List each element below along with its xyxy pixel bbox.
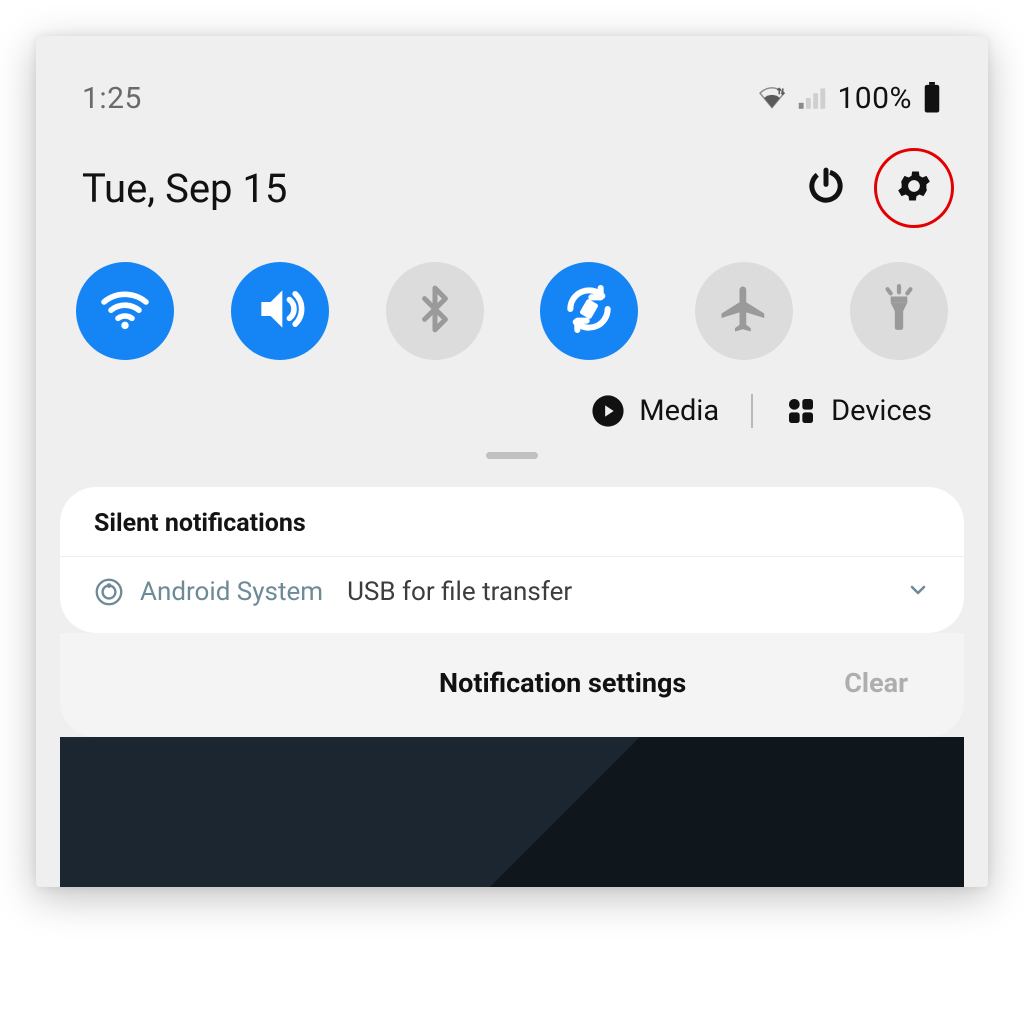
rotate-icon <box>561 281 617 341</box>
wifi-icon <box>97 281 153 341</box>
status-indicators: 100% <box>757 81 942 116</box>
clear-button[interactable]: Clear <box>844 667 908 699</box>
shortcut-row: Media Devices <box>36 360 988 438</box>
toggle-sound[interactable] <box>231 262 329 360</box>
airplane-icon <box>717 282 771 340</box>
gear-icon <box>894 166 934 210</box>
header-row: Tue, Sep 15 <box>36 122 988 228</box>
media-label: Media <box>639 394 719 428</box>
settings-button[interactable] <box>888 162 940 214</box>
cellular-signal-icon <box>797 86 827 110</box>
power-icon <box>806 166 846 210</box>
android-system-icon <box>94 577 124 607</box>
volume-icon <box>252 281 308 341</box>
notification-app-name: Android System <box>140 577 323 607</box>
wifi-activity-icon <box>757 86 787 110</box>
notification-settings-link[interactable]: Notification settings <box>439 667 686 699</box>
quick-toggles <box>36 228 988 360</box>
media-shortcut[interactable]: Media <box>591 394 719 428</box>
chevron-down-icon[interactable] <box>906 578 930 606</box>
settings-highlight <box>874 148 954 228</box>
notification-item[interactable]: Android System USB for file transfer <box>60 557 964 633</box>
grid-icon <box>785 395 817 427</box>
devices-shortcut[interactable]: Devices <box>785 394 932 428</box>
toggle-wifi[interactable] <box>76 262 174 360</box>
notification-section-title: Silent notifications <box>60 487 964 557</box>
toggle-autorotate[interactable] <box>540 262 638 360</box>
wallpaper-peek <box>60 737 964 887</box>
flashlight-icon <box>874 284 924 338</box>
notification-card: Silent notifications Android System USB … <box>60 487 964 633</box>
date-label[interactable]: Tue, Sep 15 <box>82 165 287 212</box>
battery-percentage: 100% <box>837 81 912 116</box>
toggle-airplane[interactable] <box>695 262 793 360</box>
notification-panel: 1:25 100% <box>36 36 988 887</box>
devices-label: Devices <box>831 394 932 428</box>
toggle-bluetooth[interactable] <box>386 262 484 360</box>
bluetooth-icon <box>410 284 460 338</box>
status-bar: 1:25 100% <box>36 36 988 122</box>
battery-icon <box>922 82 942 114</box>
play-circle-icon <box>591 394 625 428</box>
panel-footer: Notification settings Clear <box>60 633 964 737</box>
divider <box>751 394 753 428</box>
toggle-flashlight[interactable] <box>850 262 948 360</box>
header-actions <box>800 148 954 228</box>
status-time: 1:25 <box>82 81 142 116</box>
power-button[interactable] <box>800 162 852 214</box>
panel-drag-handle[interactable] <box>486 452 538 459</box>
notification-title: USB for file transfer <box>347 577 572 607</box>
